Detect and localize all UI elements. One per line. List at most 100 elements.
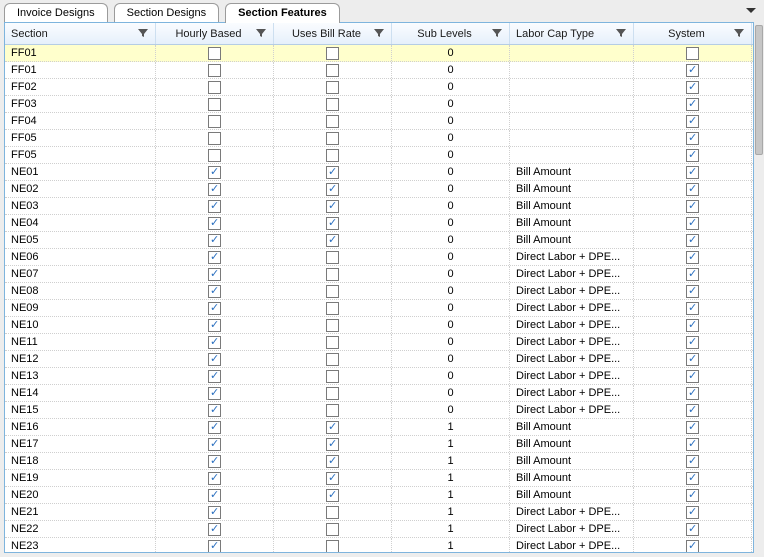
table-row[interactable]: NE040Bill Amount xyxy=(5,215,753,232)
cell-bill[interactable] xyxy=(274,419,392,435)
cell-system[interactable] xyxy=(634,300,752,316)
cell-system[interactable] xyxy=(634,113,752,129)
cell-hourly[interactable] xyxy=(156,62,274,78)
cell-bill[interactable] xyxy=(274,300,392,316)
cell-sub[interactable]: 0 xyxy=(392,283,510,299)
filter-icon[interactable] xyxy=(733,27,747,41)
cell-bill[interactable] xyxy=(274,368,392,384)
cell-sub[interactable]: 0 xyxy=(392,266,510,282)
cell-bill[interactable] xyxy=(274,215,392,231)
cell-section[interactable]: NE20 xyxy=(5,487,156,503)
cell-bill[interactable] xyxy=(274,283,392,299)
cell-bill[interactable] xyxy=(274,164,392,180)
table-row[interactable]: NE050Bill Amount xyxy=(5,232,753,249)
filter-icon[interactable] xyxy=(373,27,387,41)
checkbox[interactable] xyxy=(326,81,339,94)
cell-system[interactable] xyxy=(634,487,752,503)
header-sub-levels[interactable]: Sub Levels xyxy=(392,23,510,44)
checkbox[interactable] xyxy=(686,370,699,383)
table-row[interactable]: NE060Direct Labor + DPE... xyxy=(5,249,753,266)
checkbox[interactable] xyxy=(208,149,221,162)
table-row[interactable]: FF010 xyxy=(5,62,753,79)
checkbox[interactable] xyxy=(208,421,221,434)
table-row[interactable]: FF040 xyxy=(5,113,753,130)
cell-section[interactable]: FF01 xyxy=(5,45,156,61)
cell-sub[interactable]: 1 xyxy=(392,538,510,552)
cell-sub[interactable]: 0 xyxy=(392,164,510,180)
table-row[interactable]: NE191Bill Amount xyxy=(5,470,753,487)
cell-hourly[interactable] xyxy=(156,368,274,384)
checkbox[interactable] xyxy=(208,455,221,468)
cell-sub[interactable]: 0 xyxy=(392,368,510,384)
checkbox[interactable] xyxy=(208,540,221,553)
checkbox[interactable] xyxy=(208,217,221,230)
checkbox[interactable] xyxy=(208,47,221,60)
cell-sub[interactable]: 0 xyxy=(392,232,510,248)
tab-section-features[interactable]: Section Features xyxy=(225,3,340,23)
cell-cap[interactable]: Bill Amount xyxy=(510,487,634,503)
table-row[interactable]: FF010 xyxy=(5,45,753,62)
cell-hourly[interactable] xyxy=(156,249,274,265)
cell-bill[interactable] xyxy=(274,504,392,520)
cell-system[interactable] xyxy=(634,453,752,469)
cell-hourly[interactable] xyxy=(156,402,274,418)
cell-cap[interactable]: Direct Labor + DPE... xyxy=(510,283,634,299)
cell-bill[interactable] xyxy=(274,113,392,129)
checkbox[interactable] xyxy=(686,285,699,298)
checkbox[interactable] xyxy=(326,387,339,400)
cell-section[interactable]: FF02 xyxy=(5,79,156,95)
checkbox[interactable] xyxy=(686,64,699,77)
table-row[interactable]: NE030Bill Amount xyxy=(5,198,753,215)
cell-cap[interactable]: Direct Labor + DPE... xyxy=(510,368,634,384)
cell-system[interactable] xyxy=(634,215,752,231)
cell-section[interactable]: FF05 xyxy=(5,147,156,163)
checkbox[interactable] xyxy=(326,217,339,230)
cell-sub[interactable]: 0 xyxy=(392,147,510,163)
checkbox[interactable] xyxy=(686,319,699,332)
checkbox[interactable] xyxy=(326,404,339,417)
cell-cap[interactable]: Direct Labor + DPE... xyxy=(510,351,634,367)
cell-hourly[interactable] xyxy=(156,266,274,282)
table-row[interactable]: NE221Direct Labor + DPE... xyxy=(5,521,753,538)
checkbox[interactable] xyxy=(208,370,221,383)
cell-hourly[interactable] xyxy=(156,436,274,452)
cell-section[interactable]: NE12 xyxy=(5,351,156,367)
cell-section[interactable]: NE11 xyxy=(5,334,156,350)
checkbox[interactable] xyxy=(208,115,221,128)
checkbox[interactable] xyxy=(326,455,339,468)
checkbox[interactable] xyxy=(208,183,221,196)
cell-system[interactable] xyxy=(634,385,752,401)
cell-section[interactable]: FF01 xyxy=(5,62,156,78)
cell-cap[interactable] xyxy=(510,147,634,163)
cell-sub[interactable]: 0 xyxy=(392,300,510,316)
vertical-scrollbar[interactable] xyxy=(754,22,764,557)
cell-sub[interactable]: 1 xyxy=(392,453,510,469)
cell-bill[interactable] xyxy=(274,521,392,537)
cell-sub[interactable]: 0 xyxy=(392,351,510,367)
checkbox[interactable] xyxy=(208,251,221,264)
checkbox[interactable] xyxy=(686,302,699,315)
checkbox[interactable] xyxy=(686,472,699,485)
checkbox[interactable] xyxy=(326,268,339,281)
cell-bill[interactable] xyxy=(274,385,392,401)
cell-hourly[interactable] xyxy=(156,351,274,367)
cell-sub[interactable]: 0 xyxy=(392,130,510,146)
cell-section[interactable]: FF04 xyxy=(5,113,156,129)
header-labor-cap-type[interactable]: Labor Cap Type xyxy=(510,23,634,44)
cell-bill[interactable] xyxy=(274,334,392,350)
cell-sub[interactable]: 1 xyxy=(392,470,510,486)
cell-cap[interactable] xyxy=(510,113,634,129)
cell-system[interactable] xyxy=(634,79,752,95)
checkbox[interactable] xyxy=(208,472,221,485)
cell-hourly[interactable] xyxy=(156,385,274,401)
checkbox[interactable] xyxy=(208,200,221,213)
checkbox[interactable] xyxy=(326,302,339,315)
cell-section[interactable]: NE01 xyxy=(5,164,156,180)
cell-section[interactable]: NE06 xyxy=(5,249,156,265)
cell-bill[interactable] xyxy=(274,317,392,333)
table-row[interactable]: NE070Direct Labor + DPE... xyxy=(5,266,753,283)
cell-section[interactable]: NE08 xyxy=(5,283,156,299)
cell-hourly[interactable] xyxy=(156,300,274,316)
table-row[interactable]: NE181Bill Amount xyxy=(5,453,753,470)
cell-hourly[interactable] xyxy=(156,181,274,197)
